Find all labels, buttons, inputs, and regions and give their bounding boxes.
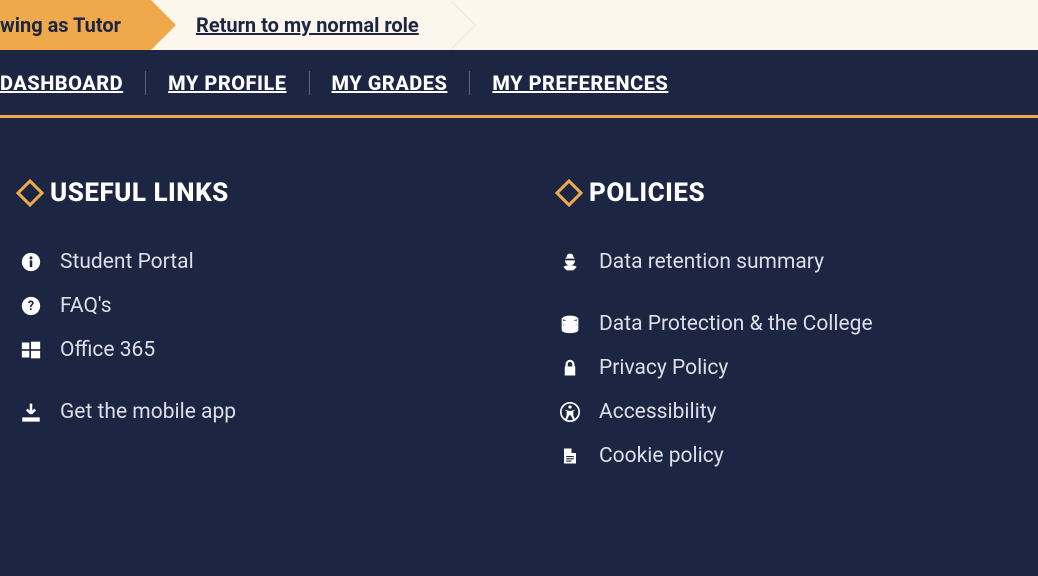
nav-dashboard[interactable]: DASHBOARD	[0, 71, 145, 95]
database-icon	[559, 313, 581, 335]
windows-icon	[20, 339, 42, 361]
link-label: Office 365	[60, 338, 155, 362]
link-data-protection[interactable]: Data Protection & the College	[559, 302, 1018, 346]
useful-links-header: USEFUL LINKS	[20, 178, 479, 208]
link-data-retention[interactable]: Data retention summary	[559, 240, 1018, 284]
link-label: Data retention summary	[599, 250, 824, 274]
link-label: Student Portal	[60, 250, 194, 274]
document-icon	[559, 445, 581, 467]
link-mobile-app[interactable]: Get the mobile app	[20, 390, 479, 434]
nav-my-grades[interactable]: MY GRADES	[310, 71, 470, 95]
accessibility-icon	[559, 401, 581, 423]
link-faqs[interactable]: ? FAQ's	[20, 284, 479, 328]
footer: USEFUL LINKS Student Portal ? FAQ's Offi…	[0, 118, 1038, 478]
nav-my-preferences[interactable]: MY PREFERENCES	[470, 71, 690, 95]
link-office365[interactable]: Office 365	[20, 328, 479, 372]
link-label: Get the mobile app	[60, 400, 236, 424]
link-label: Data Protection & the College	[599, 312, 873, 336]
link-privacy-policy[interactable]: Privacy Policy	[559, 346, 1018, 390]
diamond-icon	[555, 179, 583, 207]
policies-section: POLICIES Data retention summary Data Pro…	[559, 178, 1018, 478]
question-icon: ?	[20, 295, 42, 317]
link-cookie-policy[interactable]: Cookie policy	[559, 434, 1018, 478]
useful-links-list: Student Portal ? FAQ's Office 365 Get th…	[20, 240, 479, 434]
policies-title: POLICIES	[589, 178, 705, 208]
download-icon	[20, 401, 42, 423]
link-student-portal[interactable]: Student Portal	[20, 240, 479, 284]
policies-header: POLICIES	[559, 178, 1018, 208]
user-secret-icon	[559, 251, 581, 273]
viewing-as-chevron: wing as Tutor	[0, 0, 151, 50]
main-nav: DASHBOARD MY PROFILE MY GRADES MY PREFER…	[0, 50, 1038, 118]
info-icon	[20, 251, 42, 273]
link-label: Cookie policy	[599, 444, 724, 468]
svg-text:?: ?	[28, 299, 34, 314]
link-label: Privacy Policy	[599, 356, 728, 380]
diamond-icon	[16, 179, 44, 207]
nav-my-profile[interactable]: MY PROFILE	[146, 71, 308, 95]
useful-links-section: USEFUL LINKS Student Portal ? FAQ's Offi…	[20, 178, 479, 478]
policies-list: Data retention summary Data Protection &…	[559, 240, 1018, 478]
role-switch-banner: wing as Tutor Return to my normal role	[0, 0, 1038, 50]
lock-icon	[559, 357, 581, 379]
link-label: Accessibility	[599, 400, 717, 424]
link-accessibility[interactable]: Accessibility	[559, 390, 1018, 434]
useful-links-title: USEFUL LINKS	[50, 178, 229, 208]
link-label: FAQ's	[60, 294, 112, 318]
return-to-role-link[interactable]: Return to my normal role	[196, 13, 419, 37]
viewing-as-label: wing as Tutor	[0, 13, 121, 37]
